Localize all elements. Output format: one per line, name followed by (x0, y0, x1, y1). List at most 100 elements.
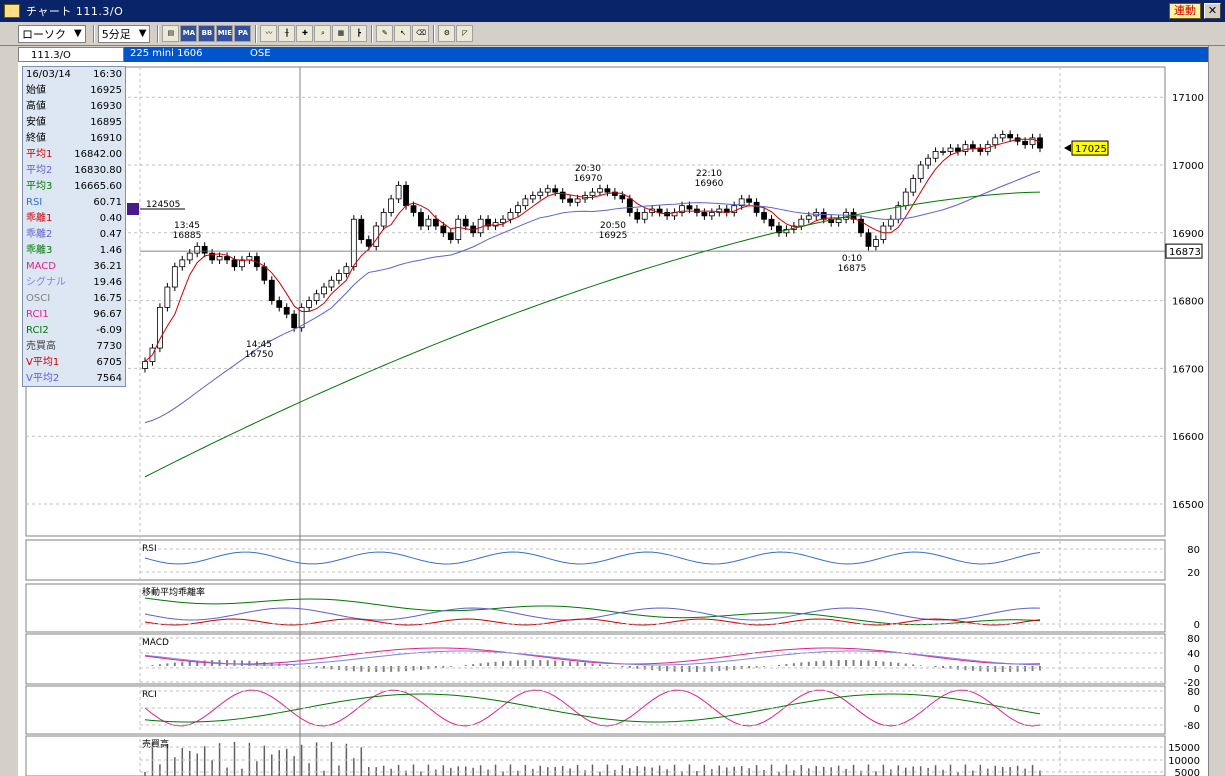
candle-body (634, 212, 641, 220)
info-row: OSCI 16.75 (23, 291, 125, 307)
candle-body (619, 195, 626, 200)
info-value: -6.09 (96, 325, 122, 336)
candle-body (388, 198, 395, 213)
candle-body (410, 205, 417, 213)
info-value: 0.47 (99, 229, 122, 240)
candle-body (552, 188, 559, 193)
info-row: 始値 16925 (23, 83, 125, 99)
info-label: 安値 (26, 117, 46, 128)
info-row: 安値 16895 (23, 115, 125, 131)
panel-title: 移動平均乖離率 (142, 586, 205, 598)
info-row: V平均2 7564 (23, 371, 125, 387)
candle-body (1007, 134, 1014, 139)
candle-body (306, 300, 312, 308)
candle-body (917, 164, 924, 179)
info-row: シグナル 19.46 (23, 275, 125, 291)
candle-body (761, 212, 767, 220)
info-row: RCI1 96.67 (23, 307, 125, 323)
info-panel: 16/03/14 16:30 始値 16925 高値 16930 安値 16895 終値 1691… (22, 66, 126, 387)
panel-tick-label: -80 (1184, 721, 1200, 732)
candle-body (686, 205, 693, 210)
candle-body (418, 212, 424, 227)
info-value: 7564 (96, 373, 122, 384)
candle-body (932, 151, 939, 159)
candle-body (291, 313, 298, 329)
info-value: 16910 (90, 133, 122, 144)
candle-body (589, 191, 596, 196)
price-tick-label: 17100 (1172, 93, 1204, 104)
annotation-price: 16885 (173, 231, 202, 241)
info-value: 16.75 (93, 293, 122, 304)
candle-body (403, 184, 409, 207)
info-label: 高値 (26, 101, 46, 112)
info-label: 終値 (26, 133, 46, 144)
candle-body (955, 147, 961, 152)
chart-canvas: 17100 17000 16900 16800 16700 16600 16500 16873… (25, 66, 1204, 776)
candle-body (805, 215, 812, 220)
panel-tick-label: 5000 (1175, 768, 1200, 776)
price-tick-label: 16600 (1172, 432, 1204, 443)
indicator-panel-frame (25, 685, 1166, 735)
annotation-price: 16925 (599, 231, 628, 241)
candle-body (440, 225, 447, 234)
info-value: 16830.80 (74, 165, 122, 176)
vertical-scrollbar[interactable] (1208, 46, 1225, 776)
candle-body (216, 256, 223, 261)
annotation-time: 22:10 (696, 169, 722, 179)
info-value: 96.67 (93, 309, 122, 320)
info-label: シグナル (26, 277, 66, 288)
candle-body (268, 279, 275, 302)
candle-body (321, 286, 327, 295)
candle-body (283, 306, 290, 315)
panel-tick-label: 40 (1187, 649, 1200, 660)
candle-body (626, 198, 633, 213)
info-row: 乖離1 0.40 (23, 211, 125, 227)
panel-title: MACD (142, 638, 169, 648)
candle-body (201, 245, 208, 254)
candle-body (365, 239, 372, 247)
info-value: 36.21 (93, 261, 122, 272)
candle-body (708, 212, 715, 217)
candle-body (999, 134, 1006, 139)
info-row: V平均1 6705 (23, 355, 125, 371)
candle-body (753, 201, 760, 213)
price-tick-label: 16800 (1172, 297, 1204, 308)
candle-body (380, 212, 387, 227)
info-row: RCI2 -6.09 (23, 323, 125, 339)
candle-body (447, 232, 454, 240)
panel-tick-label: 15000 (1168, 743, 1200, 754)
panel-tick-label: 80 (1187, 687, 1200, 698)
candle-body (231, 259, 238, 268)
info-label: 平均2 (26, 165, 53, 176)
info-label: RSI (26, 197, 43, 208)
ma3-line (144, 191, 1041, 478)
info-label: 平均3 (26, 181, 53, 192)
annotation-price: 16750 (245, 350, 274, 360)
annotation-time: 13:45 (174, 221, 200, 231)
info-label: 売買高 (26, 341, 56, 352)
candle-body (597, 188, 603, 193)
info-label: 乖離2 (26, 229, 53, 240)
candle-body (544, 188, 551, 193)
dev2-line (144, 607, 1041, 621)
candle-body (537, 191, 544, 196)
annotation-price: 16970 (574, 174, 603, 184)
current-price-arrow (1064, 144, 1071, 153)
candle-body (246, 256, 253, 261)
info-label: RCI2 (26, 325, 49, 336)
annotation-time: 14:45 (246, 340, 272, 350)
info-label: MACD (26, 261, 56, 272)
price-tick-label: 16500 (1172, 500, 1204, 511)
candle-body (462, 218, 469, 227)
info-row: 平均2 16830.80 (23, 163, 125, 179)
candle-body (186, 252, 193, 261)
candle-body (567, 198, 574, 203)
info-label: V平均2 (26, 373, 60, 384)
candle-body (432, 218, 439, 227)
panel-tick-label: 0 (1194, 620, 1200, 631)
candle-body (142, 361, 148, 369)
candle-body (701, 212, 708, 217)
info-value: 16895 (90, 117, 122, 128)
info-value: 7730 (96, 341, 122, 352)
candle-body (455, 218, 462, 240)
